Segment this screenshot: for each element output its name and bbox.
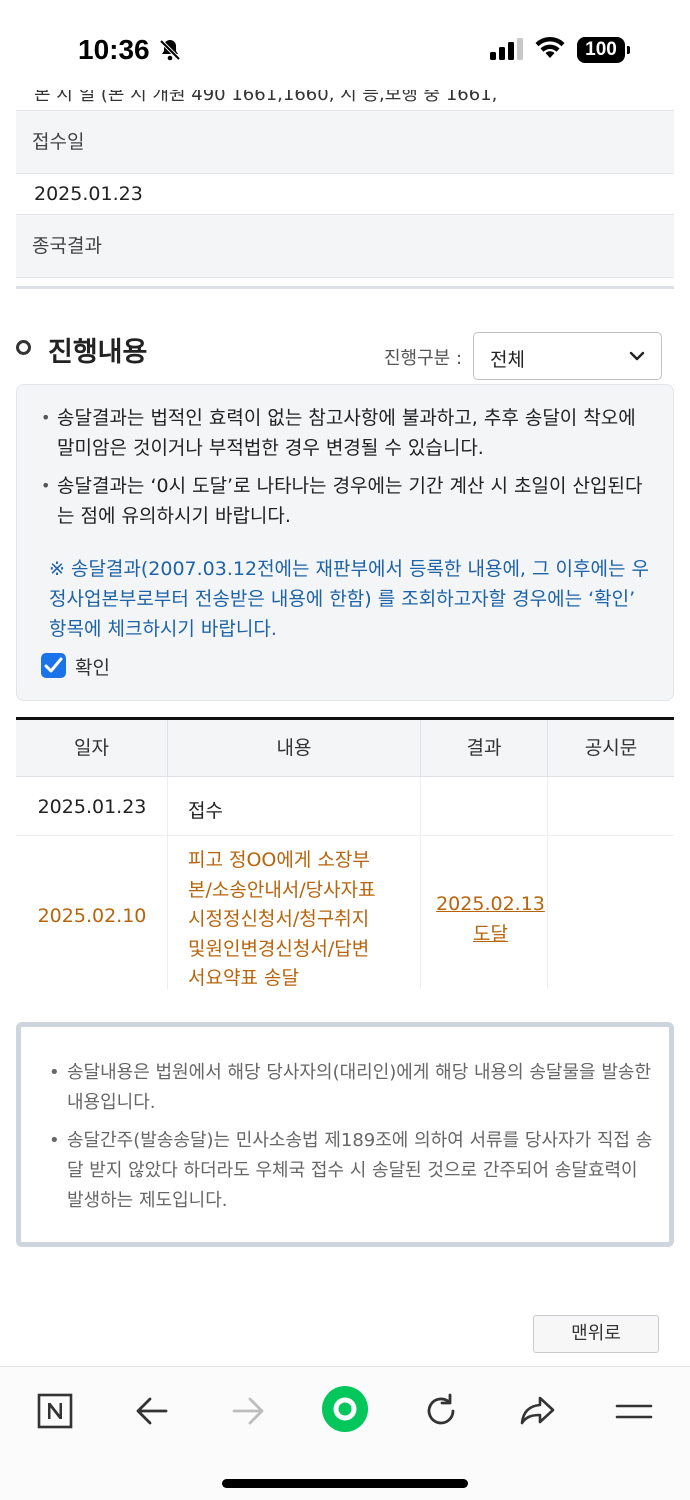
confirm-checkbox-label[interactable]: 확인 <box>75 653 110 680</box>
bullet-dot: • <box>49 1130 60 1151</box>
row-divider <box>16 835 674 836</box>
share-icon[interactable] <box>516 1389 560 1433</box>
confirm-checkbox[interactable] <box>41 653 66 678</box>
green-dot-icon[interactable] <box>321 1385 369 1433</box>
header-date: 일자 <box>16 720 168 777</box>
receipt-date-value: 2025.01.23 <box>34 183 143 205</box>
naver-n-icon[interactable] <box>33 1389 77 1433</box>
header-public-notice: 공시문 <box>584 737 638 759</box>
checkmark-icon <box>44 657 63 673</box>
section-bullet-icon <box>16 340 31 355</box>
cell-signal-icon <box>490 38 524 64</box>
back-arrow-icon[interactable] <box>130 1389 174 1433</box>
section-title: 진행내용 <box>48 337 148 368</box>
status-time: 10:36 <box>78 34 150 65</box>
back-to-top-button[interactable]: 맨위로 <box>533 1315 659 1353</box>
bullet-dot: • <box>49 1062 60 1083</box>
status-bar: 10:36 100 <box>0 0 690 90</box>
filter-selected-value: 전체 <box>490 349 525 371</box>
table-header-row: 일자 내용 결과 공시문 <box>16 720 674 777</box>
column-divider <box>420 777 421 989</box>
row1-content: 접수 <box>188 800 223 822</box>
filter-label: 진행구분 : <box>384 348 463 369</box>
forward-arrow-icon[interactable] <box>226 1389 270 1433</box>
chevron-down-icon <box>629 351 645 361</box>
bullet-dot: • <box>41 408 51 427</box>
section-divider <box>16 286 674 289</box>
progress-table: 일자 내용 결과 공시문 2025.01.23 접수 2025.02.10 피고… <box>16 717 674 989</box>
receipt-date-label: 접수일 <box>16 110 674 174</box>
final-result-label: 종국결과 <box>16 214 674 278</box>
notice-item: • 송달결과는 ‘0시 도달’로 나타나는 경우에는 기간 계산 시 초일이 산… <box>41 471 657 531</box>
battery-icon: 100 <box>577 37 630 63</box>
column-divider <box>547 777 548 989</box>
row1-date: 2025.01.23 <box>37 796 147 818</box>
row2-content: 피고 정OO에게 소장부 본/소송안내서/당사자표 시정정신청서/청구취지 및원… <box>188 849 376 989</box>
menu-icon[interactable] <box>612 1389 656 1433</box>
header-result: 결과 <box>421 720 548 777</box>
reload-icon[interactable] <box>419 1389 463 1433</box>
service-result-note: ※ 송달결과(2007.03.12전에는 재판부에서 등록한 내용에, 그 이후… <box>49 558 649 640</box>
header-content: 내용 <box>168 720 421 777</box>
notice-box: • 송달결과는 법적인 효력이 없는 참고사항에 불과하고, 추후 송달이 착오… <box>16 384 674 701</box>
row2-result-link[interactable]: 2025.02.13 도달 <box>421 889 560 949</box>
bullet-dot: • <box>41 476 51 495</box>
notice-item: • 송달결과는 법적인 효력이 없는 참고사항에 불과하고, 추후 송달이 착오… <box>41 403 657 463</box>
wifi-icon <box>534 36 566 64</box>
definition-item: • 송달내용은 법원에서 해당 당사자의(대리인)에게 해당 내용의 송달물을 … <box>49 1058 657 1118</box>
home-indicator <box>222 1479 468 1488</box>
definition-box: • 송달내용은 법원에서 해당 당사자의(대리인)에게 해당 내용의 송달물을 … <box>16 1022 674 1247</box>
definition-item: • 송달간주(발송송달)는 민사소송법 제189조에 의하여 서류를 당사자가 … <box>49 1126 657 1216</box>
row2-date: 2025.02.10 <box>37 905 147 927</box>
silent-bell-icon <box>158 38 182 66</box>
progress-type-select[interactable]: 전체 <box>473 332 662 380</box>
